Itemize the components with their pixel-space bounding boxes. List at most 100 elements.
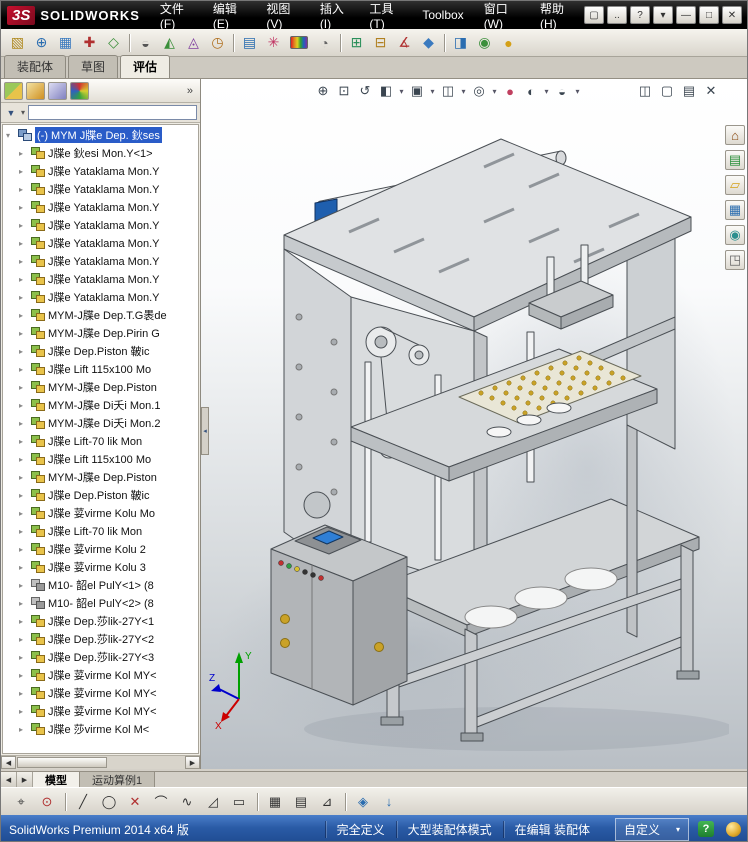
scrollbar-track[interactable] [16, 756, 185, 769]
scroll-right-button[interactable]: ▶ [185, 756, 200, 769]
circle[interactable]: ◯ [97, 790, 121, 813]
section-arrow[interactable]: ▾ [397, 81, 406, 101]
tree-item[interactable]: ▸ MYM-J牒e Dep.Piston [3, 468, 198, 486]
section-view-tool[interactable]: ◨ [449, 32, 472, 54]
view-settings-arrow[interactable]: ▾ [573, 81, 582, 101]
performance-ball-icon[interactable] [726, 822, 741, 837]
menu-item[interactable]: 窗口(W) [474, 1, 530, 29]
view-orientation[interactable]: ▣ [407, 81, 427, 101]
tree-expander-icon[interactable]: ▸ [19, 347, 28, 356]
menu-item[interactable]: 视图(V) [256, 1, 309, 29]
display-style-arrow[interactable]: ▾ [459, 81, 468, 101]
show-hidden-components[interactable]: ◒ [134, 32, 157, 54]
display-grid[interactable]: ▤ [289, 790, 313, 813]
tree-item[interactable]: ▸ J牒e Dep.Piston 鞁ic [3, 486, 198, 504]
tree-expander-icon[interactable]: ▸ [19, 203, 28, 212]
model-tab[interactable]: 模型 [33, 772, 80, 787]
linear-component-pattern[interactable]: ▦ [54, 32, 77, 54]
tree-expander-icon[interactable]: ▸ [19, 257, 28, 266]
tree-expander-icon[interactable]: ▸ [19, 167, 28, 176]
toolbar-icon[interactable] [230, 33, 237, 53]
scrollbar-thumb[interactable] [17, 757, 107, 768]
tree-item[interactable]: ▸ J牒e Dep.Piston 鞁ic [3, 342, 198, 360]
tree-item[interactable]: ▸ J牒e Dep.莎lik-27Y<2 [3, 630, 198, 648]
smart-dimension[interactable]: ⊿ [315, 790, 339, 813]
tree-expander-icon[interactable]: ▸ [19, 491, 28, 500]
smart-fasteners[interactable]: ✚ [78, 32, 101, 54]
tree-expander-icon[interactable]: ▸ [19, 527, 28, 536]
tree-item[interactable]: ▸ J牒e 莎virme Kol M< [3, 720, 198, 738]
tree-item[interactable]: ▸ J牒e Yataklama Mon.Y [3, 270, 198, 288]
hide-show-arrow[interactable]: ▾ [490, 81, 499, 101]
tree-item[interactable]: ▸ MYM-J牒e Di夭i Mon.2 [3, 414, 198, 432]
mate[interactable]: ⊕ [30, 32, 53, 54]
insert-component[interactable]: ▧ [6, 32, 29, 54]
minimize-button[interactable]: — [676, 6, 696, 24]
commandmanager-tab[interactable]: 草图 [68, 55, 118, 78]
measure[interactable]: ∡ [393, 32, 416, 54]
sketch-tool-icon[interactable] [341, 790, 349, 813]
restore-button[interactable]: □ [699, 6, 719, 24]
curvature-check[interactable]: ◉ [473, 32, 496, 54]
edit-appearance[interactable]: ● [500, 81, 520, 101]
commandmanager-tab[interactable]: 装配体 [4, 55, 66, 78]
tree-item[interactable]: ▸ J牒e Yataklama Mon.Y [3, 198, 198, 216]
tree-expander-icon[interactable]: ▸ [19, 545, 28, 554]
sketch-tool-icon[interactable] [253, 790, 261, 813]
tree-item[interactable]: ▸ J牒e Lift-70 lik Mon [3, 432, 198, 450]
motion-analysis[interactable]: ⊟ [369, 32, 392, 54]
tree-item[interactable]: ▸ J牒e Yataklama Mon.Y [3, 162, 198, 180]
tree-item[interactable]: ▸ J牒e Yataklama Mon.Y [3, 288, 198, 306]
simulationxpress[interactable]: ⊞ [345, 32, 368, 54]
tree-item[interactable]: ▾ (-) MYM J牒e Dep. 鈥ses [3, 126, 198, 144]
menu-item[interactable]: 文件(F) [150, 1, 203, 29]
mass-properties[interactable]: ◆ [417, 32, 440, 54]
tree-expander-icon[interactable]: ▸ [19, 599, 28, 608]
apply-scene-arrow[interactable]: ▾ [542, 81, 551, 101]
tree-expander-icon[interactable]: ▸ [19, 689, 28, 698]
toolbar-icon[interactable] [441, 33, 448, 53]
sketch[interactable]: ⊙ [35, 790, 59, 813]
tree-item[interactable]: ▸ J牒e 荽virme Kol MY< [3, 666, 198, 684]
bill-of-materials[interactable]: ▤ [238, 32, 261, 54]
tree-item[interactable]: ▸ J牒e 鈥esi Mon.Y<1> [3, 144, 198, 162]
tile-pane[interactable]: ▤ [679, 81, 699, 101]
panel-splitter-handle[interactable]: ◂ [201, 407, 209, 455]
menu-item[interactable]: Toolbox [412, 1, 473, 29]
view-settings[interactable]: ◒ [552, 81, 572, 101]
move-component[interactable]: ◇ [102, 32, 125, 54]
tree-expander-icon[interactable]: ▸ [19, 437, 28, 446]
tree-expander-icon[interactable]: ▸ [19, 419, 28, 428]
configurationmanager-tab[interactable] [48, 82, 67, 100]
tree-item[interactable]: ▸ J牒e 荽virme Kol MY< [3, 702, 198, 720]
tree-expander-icon[interactable]: ▸ [19, 617, 28, 626]
tree-item[interactable]: ▸ J牒e 荽virme Kol MY< [3, 684, 198, 702]
tree-item[interactable]: ▸ J牒e Lift 115x100 Mo [3, 360, 198, 378]
section-view[interactable]: ◧ [376, 81, 396, 101]
line[interactable]: ╱ [71, 790, 95, 813]
tree-item[interactable]: ▸ M10- 韶el PulY<2> (8 [3, 594, 198, 612]
tree-expander-icon[interactable]: ▸ [19, 509, 28, 518]
tree-expander-icon[interactable]: ▸ [19, 473, 28, 482]
tree-expander-icon[interactable]: ▸ [19, 221, 28, 230]
displaymanager-tab[interactable] [70, 82, 89, 100]
tree-expander-icon[interactable]: ▸ [19, 455, 28, 464]
tree-expander-icon[interactable]: ▸ [19, 707, 28, 716]
isometric-view[interactable]: ◈ [351, 790, 375, 813]
search-doc-button[interactable]: ▢ [584, 6, 604, 24]
tree-item[interactable]: ▸ J牒e Dep.莎lik-27Y<3 [3, 648, 198, 666]
apply-scene[interactable]: ◐ [521, 81, 541, 101]
tree-item[interactable]: ▸ J牒e Yataklama Mon.Y [3, 234, 198, 252]
arc[interactable]: ⌒ [149, 790, 173, 813]
filter-dropdown-icon[interactable]: ▾ [21, 108, 25, 117]
zoom-area[interactable]: ⊡ [334, 81, 354, 101]
sketch-tool-icon[interactable] [61, 790, 69, 813]
tree-expander-icon[interactable]: ▸ [19, 635, 28, 644]
tree-expander-icon[interactable]: ▸ [19, 725, 28, 734]
tree-item[interactable]: ▸ J牒e 荽virme Kolu 2 [3, 540, 198, 558]
quick-tips-help-icon[interactable]: ? [698, 821, 714, 837]
tree-expander-icon[interactable]: ▸ [19, 563, 28, 572]
tree-item[interactable]: ▸ MYM-J牒e Dep.Pirin G [3, 324, 198, 342]
zoom-fit[interactable]: ⊕ [313, 81, 333, 101]
tree-item[interactable]: ▸ J牒e 荽virme Kolu 3 [3, 558, 198, 576]
